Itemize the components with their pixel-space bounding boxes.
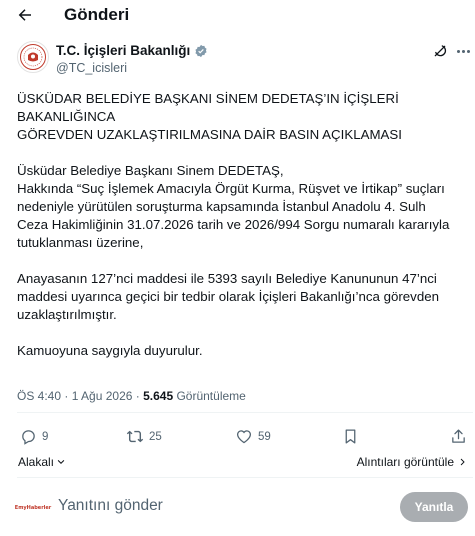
post-line: GÖREVDEN UZAKLAŞTIRILMASINA DAİR BASIN A…: [17, 127, 402, 142]
share-button[interactable]: [450, 428, 467, 445]
author-name[interactable]: T.C. İçişleri Bakanlığı: [56, 43, 208, 58]
reply-button[interactable]: 9: [20, 428, 48, 445]
divider: [17, 412, 473, 413]
post-line: maddesi uyarınca geçici bir tedbir olara…: [17, 289, 440, 304]
repost-count: 25: [149, 430, 162, 443]
views-count: 5.645: [143, 389, 174, 403]
avatar[interactable]: [17, 41, 49, 73]
author-handle[interactable]: @TC_icisleri: [56, 61, 127, 75]
chevron-right-icon: [460, 458, 465, 466]
post-line: Anayasanın 127’nci maddesi ile 5393 sayı…: [17, 271, 437, 286]
reply-submit-button[interactable]: Yanıtla: [400, 492, 468, 522]
ministry-logo-icon: [20, 44, 46, 70]
post-timestamp[interactable]: ÖS 4:40 · 1 Ağu 2026 ·: [17, 389, 143, 403]
post-meta: ÖS 4:40 · 1 Ağu 2026 · 5.645 Görüntüleme: [17, 389, 246, 403]
share-icon: [452, 429, 465, 443]
reply-count: 9: [42, 430, 49, 443]
sort-dropdown[interactable]: Alakalı: [18, 455, 66, 469]
post-line: ÜSKÜDAR BELEDİYE BAŞKANI SİNEM DEDETAŞ’I…: [17, 91, 399, 106]
post-text: ÜSKÜDAR BELEDİYE BAŞKANI SİNEM DEDETAŞ’I…: [17, 90, 473, 360]
post-line: uzaklaştırılmıştır.: [17, 307, 117, 322]
page-title: Gönderi: [64, 5, 130, 24]
repost-button[interactable]: 25: [126, 428, 162, 445]
grok-icon[interactable]: [432, 43, 448, 59]
author-name-text: T.C. İçişleri Bakanlığı: [56, 43, 191, 58]
like-count: 59: [258, 430, 271, 443]
divider: [17, 477, 473, 478]
post-line: tutuklanması üzerine,: [17, 235, 144, 250]
bookmark-icon: [345, 429, 356, 444]
repost-icon: [126, 430, 144, 443]
reply-avatar: EmyHaberler: [14, 496, 52, 520]
view-quotes-link[interactable]: Alıntıları görüntüle: [357, 455, 467, 469]
like-button[interactable]: 59: [235, 428, 271, 445]
reply-avatar-text: EmyHaberler: [14, 505, 52, 511]
like-icon: [236, 430, 252, 444]
page-header: Gönderi: [0, 0, 475, 30]
more-icon[interactable]: [453, 41, 473, 61]
post-line: Kamuoyuna saygıyla duyurulur.: [17, 343, 203, 358]
back-arrow-icon[interactable]: [14, 4, 36, 26]
bookmark-button[interactable]: [342, 428, 359, 445]
post-line: Hakkında “Suç İşlemek Amacıyla Örgüt Kur…: [17, 181, 445, 196]
verified-badge-icon: [195, 44, 207, 57]
reply-icon: [22, 430, 35, 445]
post-line: Ceza Hakimliğinin 31.07.2026 tarih ve 20…: [17, 217, 450, 232]
views-label: Görüntüleme: [173, 389, 246, 403]
sort-label: Alakalı: [18, 455, 55, 469]
post-line: Üsküdar Belediye Başkanı Sinem DEDETAŞ,: [17, 163, 284, 178]
post-line: BAKANLIĞINCA: [17, 109, 116, 124]
post-line: nedeniyle yürütülen soruşturma kapsamınd…: [17, 199, 426, 214]
chevron-down-icon: [57, 459, 65, 464]
action-bar: 9 25 59: [0, 428, 475, 448]
view-quotes-label: Alıntıları görüntüle: [356, 455, 454, 469]
reply-input[interactable]: Yanıtını gönder: [58, 497, 163, 515]
